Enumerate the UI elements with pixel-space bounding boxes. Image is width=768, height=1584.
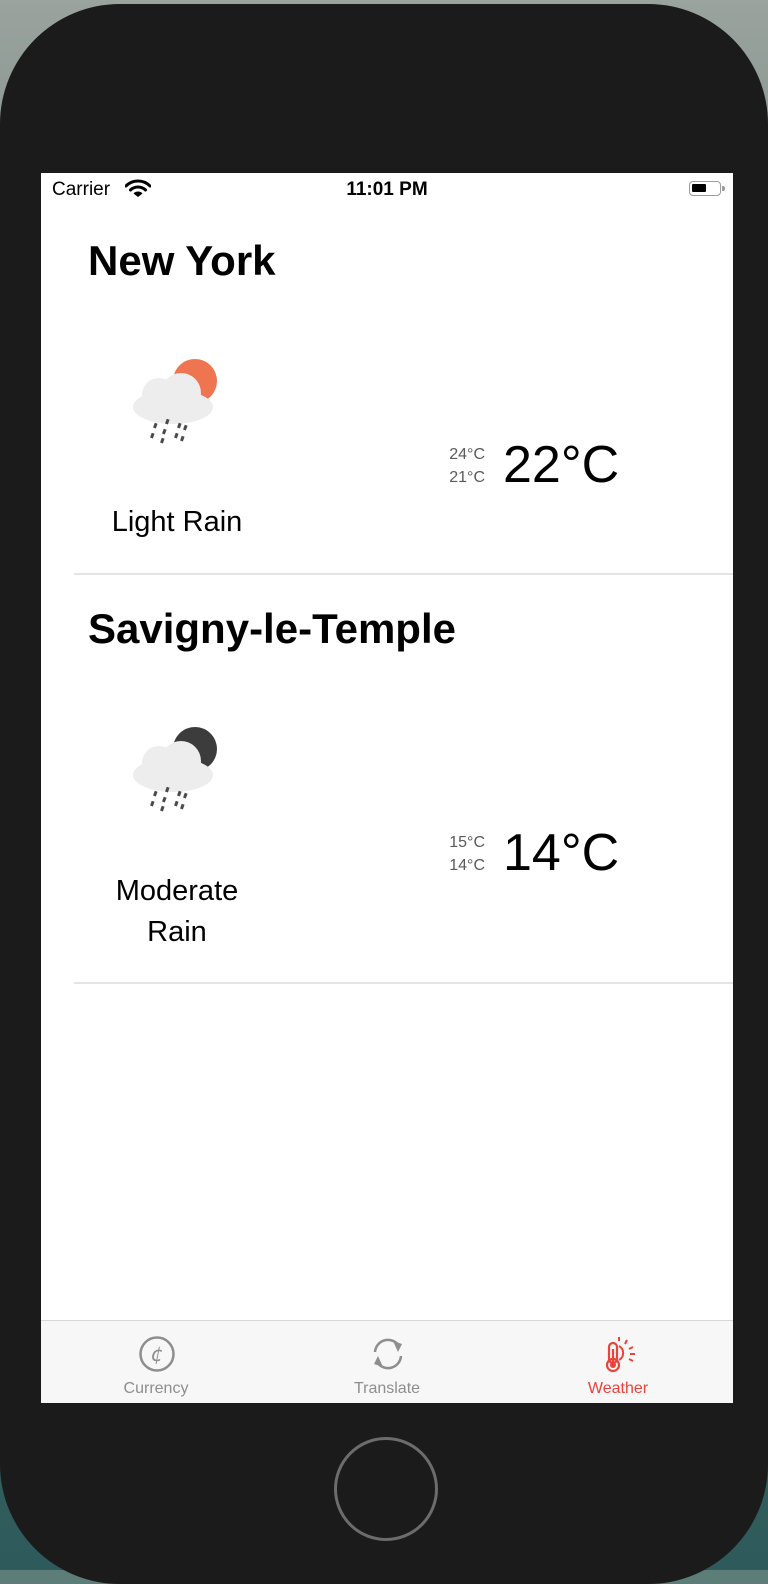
city-name: New York [88, 237, 276, 284]
translate-icon [373, 1338, 403, 1370]
city-name: Savigny-le-Temple [88, 605, 456, 652]
currency-icon: ¢ [139, 1336, 175, 1372]
temp-range: 24°C 21°C [433, 443, 485, 489]
light-rain-day-icon [133, 359, 217, 444]
tab-label: Currency [123, 1380, 189, 1397]
battery-icon [689, 181, 725, 196]
status-time: 11:01 PM [346, 179, 428, 200]
svg-text:¢: ¢ [151, 1342, 164, 1366]
temp-min: 21°C [449, 469, 485, 486]
city-list: New York Light Rain 24°C 21°C 22°C Savig… [41, 207, 733, 984]
tab-label: Weather [587, 1380, 649, 1397]
tab-translate[interactable]: Translate [272, 1321, 502, 1403]
tab-bar: ¢ Currency Translate Weather [41, 1320, 733, 1403]
weather-condition: Moderate Rain [115, 875, 239, 948]
city-row[interactable]: Savigny-le-Temple Moderate Rain 15°C 14°… [41, 575, 733, 984]
city-row[interactable]: New York Light Rain 24°C 21°C 22°C [41, 207, 733, 575]
current-temp: 14°C [503, 824, 620, 882]
current-temp: 22°C [503, 436, 620, 494]
tab-label: Translate [353, 1380, 421, 1397]
weather-condition: Light Rain [111, 506, 243, 538]
temp-min: 14°C [449, 857, 485, 874]
temp-max: 15°C [449, 834, 485, 851]
tab-weather[interactable]: Weather [503, 1321, 733, 1403]
home-button[interactable] [334, 1437, 438, 1541]
temp-range: 15°C 14°C [433, 831, 485, 877]
tab-currency[interactable]: ¢ Currency [41, 1321, 271, 1403]
app-screen: Carrier 11:01 PM New York Light Rain 24°… [41, 173, 733, 1403]
moderate-rain-night-icon [133, 727, 217, 812]
status-bar: Carrier 11:01 PM [41, 173, 733, 207]
temp-max: 24°C [449, 446, 485, 463]
thermometer-sun-icon [605, 1337, 635, 1373]
row-divider [74, 982, 733, 984]
